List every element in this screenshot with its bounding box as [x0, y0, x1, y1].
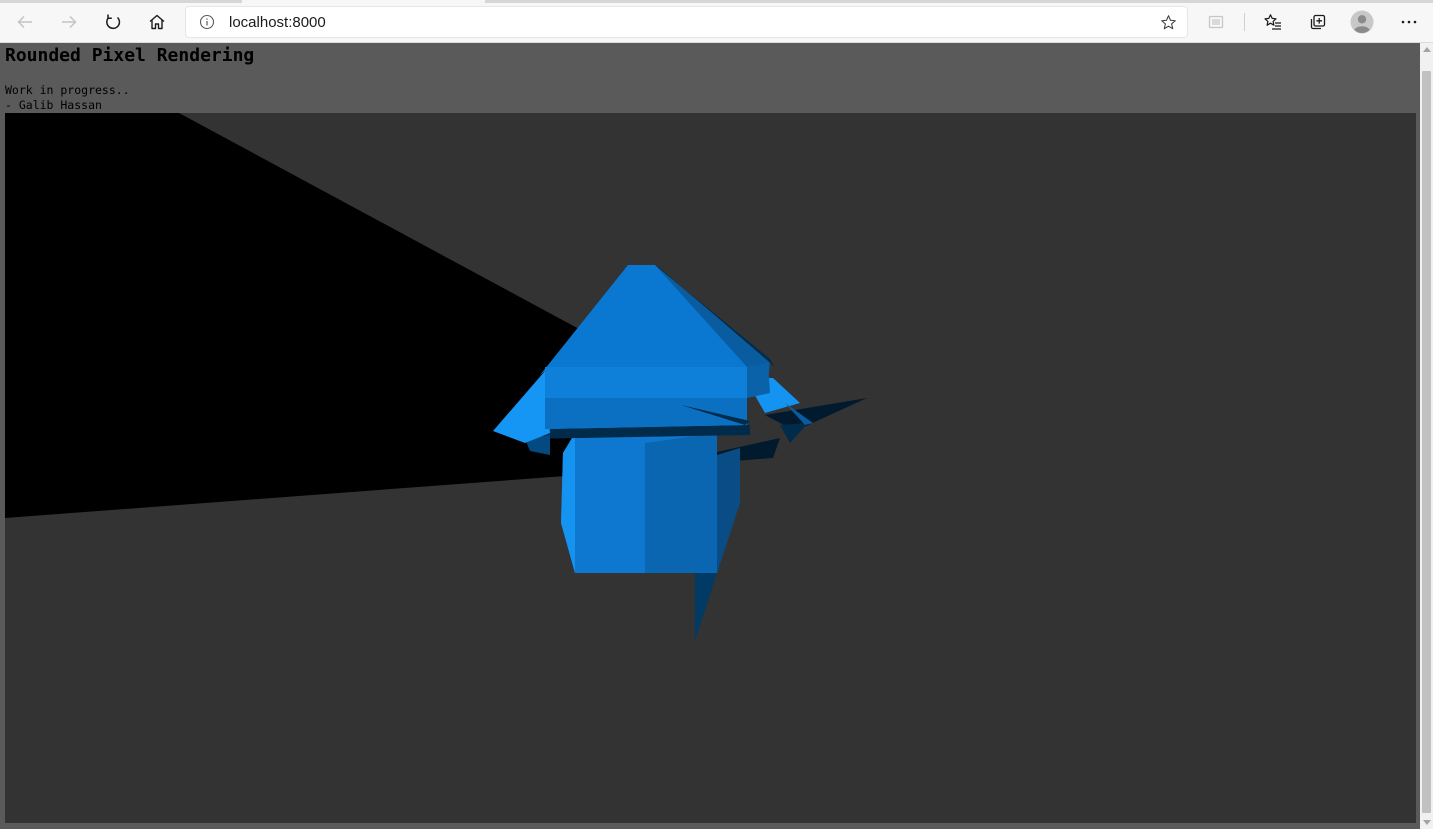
- back-icon: [17, 15, 32, 29]
- scroll-up-arrow-icon[interactable]: [1423, 47, 1431, 52]
- site-info-icon[interactable]: [199, 14, 215, 30]
- status-text: Work in progress..: [5, 83, 130, 97]
- stem-front-shade: [645, 433, 717, 573]
- refresh-icon: [106, 14, 121, 30]
- toolbar-divider: [1244, 13, 1245, 31]
- extension-button[interactable]: [1200, 6, 1232, 38]
- refresh-button[interactable]: [97, 6, 129, 38]
- stem-left-bevel: [561, 433, 575, 573]
- collections-button[interactable]: [1302, 6, 1334, 38]
- stem-bottom-spike: [695, 573, 717, 641]
- page-title: Rounded Pixel Rendering: [5, 45, 255, 66]
- profile-avatar-icon: [1350, 10, 1374, 34]
- profile-button[interactable]: [1346, 6, 1378, 38]
- tab-strip-edge: [0, 0, 242, 3]
- extension-icon: [1208, 15, 1224, 29]
- forward-button[interactable]: [53, 6, 85, 38]
- collections-icon: [1310, 14, 1326, 30]
- render-canvas[interactable]: [5, 113, 1416, 823]
- tab-strip-edge: [485, 0, 1433, 3]
- more-menu-button[interactable]: [1393, 6, 1425, 38]
- page-body: Rounded Pixel Rendering Work in progress…: [0, 43, 1420, 829]
- browser-toolbar: localhost:8000: [0, 0, 1433, 43]
- cap-right-edge: [747, 363, 770, 398]
- scroll-thumb[interactable]: [1422, 71, 1431, 813]
- favorites-list-icon: [1264, 14, 1281, 30]
- shadow-spike: [780, 423, 808, 443]
- favorites-button[interactable]: [1257, 6, 1289, 38]
- more-menu-icon: [1401, 20, 1417, 24]
- scroll-down-arrow-icon[interactable]: [1423, 820, 1431, 825]
- favorite-star-icon[interactable]: [1160, 14, 1177, 31]
- stem-side-face: [717, 448, 740, 573]
- forward-icon: [62, 15, 77, 29]
- cap-roof: [540, 265, 770, 375]
- home-icon: [149, 14, 165, 30]
- page-scrollbar[interactable]: [1420, 43, 1433, 829]
- rendered-scene: [5, 113, 867, 641]
- address-bar[interactable]: localhost:8000: [185, 6, 1188, 38]
- author-text: - Galib Hassan: [5, 98, 102, 112]
- back-button[interactable]: [9, 6, 41, 38]
- home-button[interactable]: [141, 6, 173, 38]
- url-text[interactable]: localhost:8000: [229, 14, 326, 31]
